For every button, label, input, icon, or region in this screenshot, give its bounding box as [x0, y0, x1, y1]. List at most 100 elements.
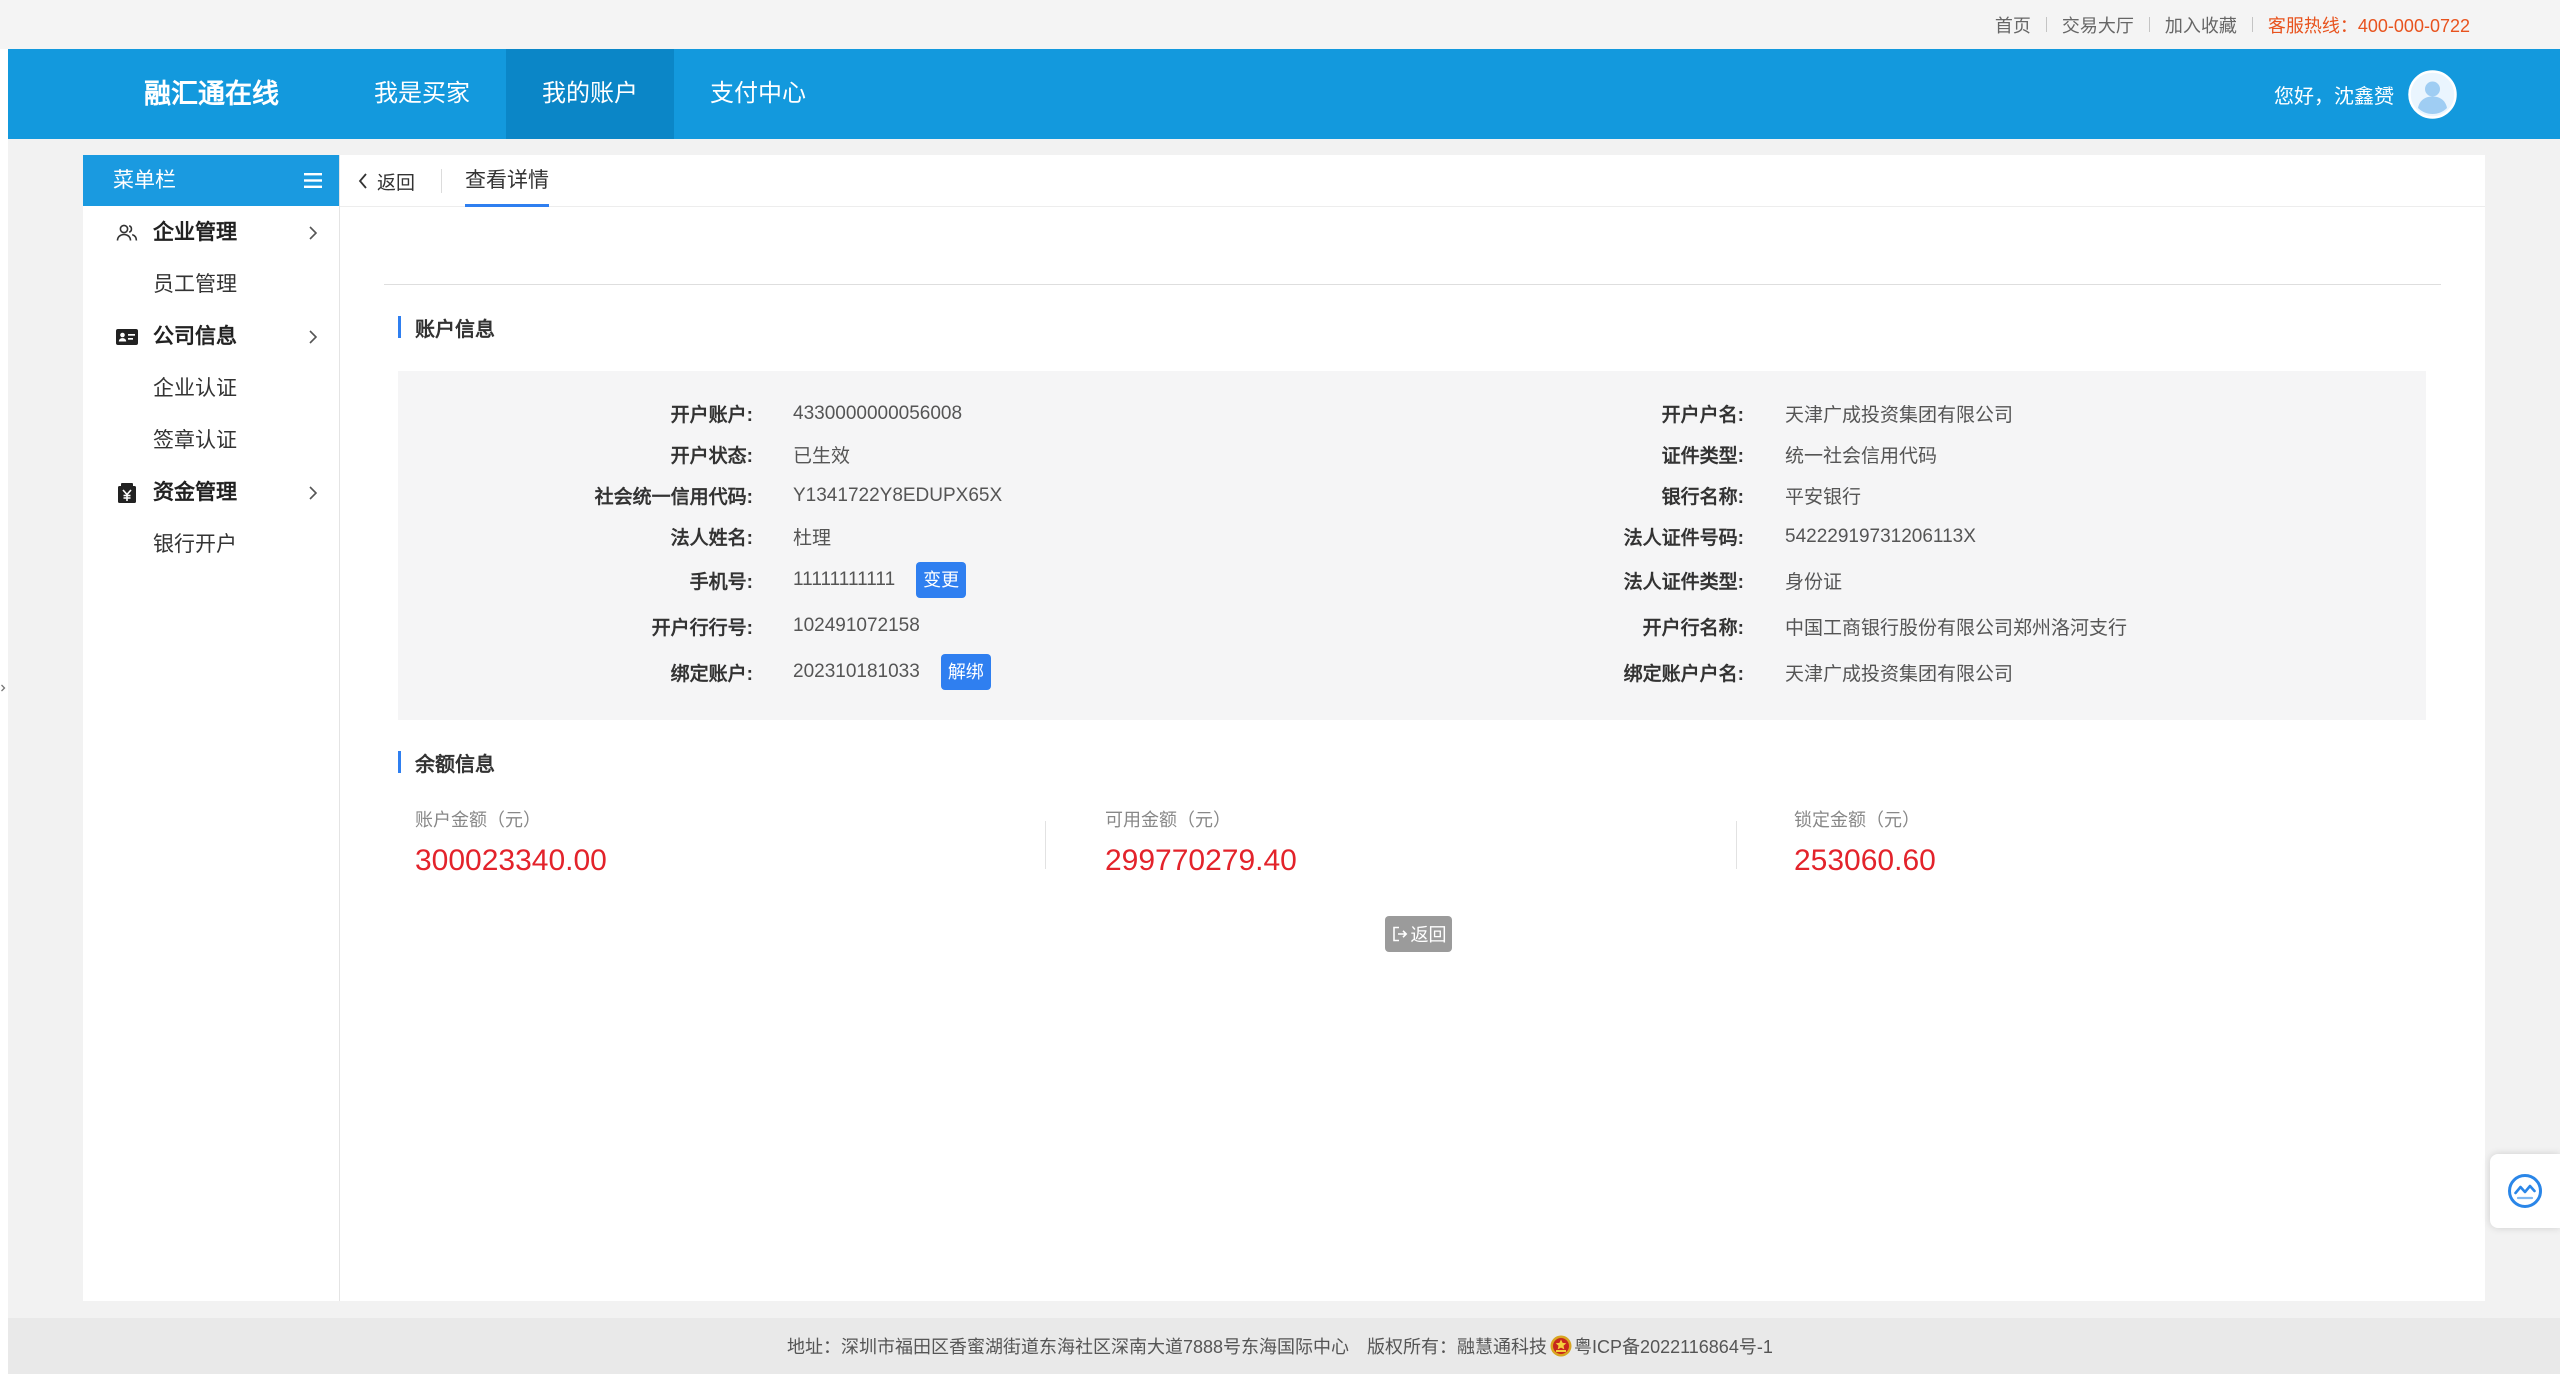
unbind-account-button[interactable]: 解绑: [940, 654, 991, 690]
user-area: 您好，沈鑫赟: [2274, 49, 2457, 139]
info-row: 社会统一信用代码: Y1341722Y8EDUPX65X 银行名称: 平安银行: [398, 475, 2426, 516]
sidebar-item-bank-account-opening[interactable]: 银行开户: [83, 519, 339, 571]
info-label: 证件类型:: [1661, 446, 1744, 467]
info-value-id-type: 统一社会信用代码: [1785, 446, 1938, 467]
top-link-home[interactable]: 首页: [1995, 12, 2031, 38]
police-badge-icon: [1550, 1335, 1572, 1357]
sidebar-group-label: 公司信息: [153, 325, 237, 348]
info-value-legal-id-number: 54222919731206113X: [1785, 525, 1976, 547]
user-avatar-icon[interactable]: [2408, 69, 2457, 119]
tab-separator: [441, 169, 442, 193]
info-value-bank-code: 102491072158: [793, 615, 1384, 637]
account-info-box: 开户账户: 4330000000056008 开户户名: 天津广成投资集团有限公…: [398, 371, 2426, 720]
content-divider: [384, 284, 2441, 285]
section-title-text: 账户信息: [415, 318, 495, 341]
sidebar-item-staff-management[interactable]: 员工管理: [83, 259, 339, 311]
info-value-legal-person: 杜理: [793, 523, 1384, 550]
footer-copyright: 版权所有：融慧通科技: [1367, 1337, 1548, 1357]
info-row: 手机号: 11111111111 变更 法人证件类型: 身份证: [398, 557, 2426, 603]
tab-view-details[interactable]: 查看详情: [465, 155, 549, 207]
info-value-text: 4330000000056008: [793, 402, 963, 424]
info-value-text: 102491072158: [793, 615, 920, 636]
balance-item-locked-amount: 锁定金额（元） 253060.60: [1794, 807, 1936, 881]
main-nav: 我是买家 我的账户 支付中心: [338, 49, 842, 139]
section-title-bar: [398, 316, 401, 338]
top-links: 首页 交易大厅 加入收藏 客服热线：400-000-0722: [1995, 0, 2470, 49]
top-link-divider: [2148, 17, 2150, 32]
sidebar-title: 菜单栏: [113, 169, 176, 192]
page-footer: 地址：深圳市福田区香蜜湖街道东海社区深南大道7888号东海国际中心 版权所有：融…: [8, 1318, 2560, 1374]
chevron-right-icon: [309, 226, 318, 240]
hamburger-menu-icon[interactable]: [304, 173, 322, 188]
back-link[interactable]: 返回: [357, 155, 415, 207]
chevron-left-icon: [358, 173, 367, 189]
id-card-icon: [116, 327, 138, 347]
nav-item-payment-center[interactable]: 支付中心: [674, 49, 842, 139]
info-label: 法人证件类型:: [1623, 571, 1744, 593]
sidebar-group-enterprise[interactable]: 企业管理: [83, 207, 339, 259]
info-label: 法人证件号码:: [1623, 528, 1744, 549]
sidebar-group-label: 企业管理: [153, 221, 237, 244]
sidebar: 菜单栏 企业管理 员工管理 公司信息 企业认证 签章认证 资金管理 银行开户: [83, 155, 340, 1301]
top-link-divider: [2251, 17, 2253, 32]
info-value-text: 已生效: [793, 446, 851, 467]
sidebar-group-fund-management[interactable]: 资金管理: [83, 467, 339, 519]
main-header: 融汇通在线 我是买家 我的账户 支付中心 您好，沈鑫赟: [8, 49, 2560, 139]
yen-icon: [116, 483, 138, 503]
info-value-account-status: 已生效: [793, 441, 1384, 468]
info-row: 开户行行号: 102491072158 开户行名称: 中国工商银行股份有限公司郑…: [398, 603, 2426, 649]
sidebar-item-label: 签章认证: [153, 429, 237, 452]
info-value-bank-name: 平安银行: [1785, 487, 1862, 508]
balance-separator: [1736, 821, 1737, 869]
info-value-account-number: 4330000000056008: [793, 403, 1384, 425]
footer-text: 地址：深圳市福田区香蜜湖街道东海社区深南大道7888号东海国际中心 版权所有：融…: [787, 1318, 1773, 1374]
info-label: 法人姓名:: [670, 528, 753, 549]
sidebar-item-label: 银行开户: [153, 533, 237, 556]
balance-label: 账户金额（元）: [415, 810, 541, 830]
top-link-trading-hall[interactable]: 交易大厅: [2062, 12, 2134, 38]
balance-separator: [1045, 821, 1046, 869]
exit-icon: [1392, 926, 1407, 942]
info-value-text: Y1341722Y8EDUPX65X: [793, 484, 1003, 506]
top-link-add-favorite[interactable]: 加入收藏: [2165, 12, 2237, 38]
left-edge-toggle-icon[interactable]: [0, 680, 7, 696]
nav-item-my-account[interactable]: 我的账户: [506, 49, 674, 139]
info-value-bank-branch: 中国工商银行股份有限公司郑州洛河支行: [1785, 617, 2128, 639]
section-title-text: 余额信息: [415, 753, 495, 776]
main-panel: 返回 查看详情 账户信息 开户账户: 4330000000056008 开户户名…: [340, 155, 2485, 1301]
sidebar-group-company-info[interactable]: 公司信息: [83, 311, 339, 363]
site-logo[interactable]: 融汇通在线: [144, 49, 279, 139]
info-label: 手机号:: [689, 571, 753, 593]
info-value-text: 11111111111: [793, 569, 896, 590]
info-value-text: 202310181033: [793, 661, 920, 682]
info-label: 开户行行号:: [651, 617, 753, 639]
change-phone-button[interactable]: 变更: [916, 562, 967, 598]
sidebar-item-enterprise-certification[interactable]: 企业认证: [83, 363, 339, 415]
footer-icp-link[interactable]: 粤ICP备2022116864号-1: [1574, 1333, 1773, 1359]
balance-value: 299770279.40: [1105, 844, 1297, 877]
top-link-divider: [2045, 17, 2047, 32]
info-row: 绑定账户: 202310181033 解绑 绑定账户户名: 天津广成投资集团有限…: [398, 649, 2426, 695]
user-greeting[interactable]: 您好，沈鑫赟: [2274, 80, 2394, 109]
tab-bar: 返回 查看详情: [340, 155, 2485, 207]
chevron-right-icon: [309, 330, 318, 344]
info-label: 社会统一信用代码:: [594, 487, 753, 508]
balance-value: 300023340.00: [415, 844, 607, 877]
floating-support-widget[interactable]: [2490, 1154, 2560, 1228]
sidebar-header: 菜单栏: [83, 155, 339, 206]
info-label: 银行名称:: [1661, 487, 1744, 508]
sidebar-item-signature-certification[interactable]: 签章认证: [83, 415, 339, 467]
section-title-account-info: 账户信息: [398, 313, 495, 341]
info-value-bound-account-name: 天津广成投资集团有限公司: [1785, 663, 2014, 685]
sidebar-item-label: 员工管理: [153, 273, 237, 296]
footer-address: 地址：深圳市福田区香蜜湖街道东海社区深南大道7888号东海国际中心: [787, 1337, 1350, 1357]
nav-item-buyer[interactable]: 我是买家: [338, 49, 506, 139]
info-row: 开户账户: 4330000000056008 开户户名: 天津广成投资集团有限公…: [398, 393, 2426, 434]
service-hotline: 客服热线：400-000-0722: [2267, 15, 2470, 36]
info-value-bound-account: 202310181033 解绑: [793, 654, 1384, 690]
section-title-balance-info: 余额信息: [398, 748, 495, 776]
info-label: 开户行名称:: [1642, 617, 1744, 639]
support-widget-icon: [2508, 1174, 2542, 1208]
info-value-phone: 11111111111 变更: [793, 562, 1384, 598]
return-button[interactable]: 返回: [1385, 916, 1452, 952]
